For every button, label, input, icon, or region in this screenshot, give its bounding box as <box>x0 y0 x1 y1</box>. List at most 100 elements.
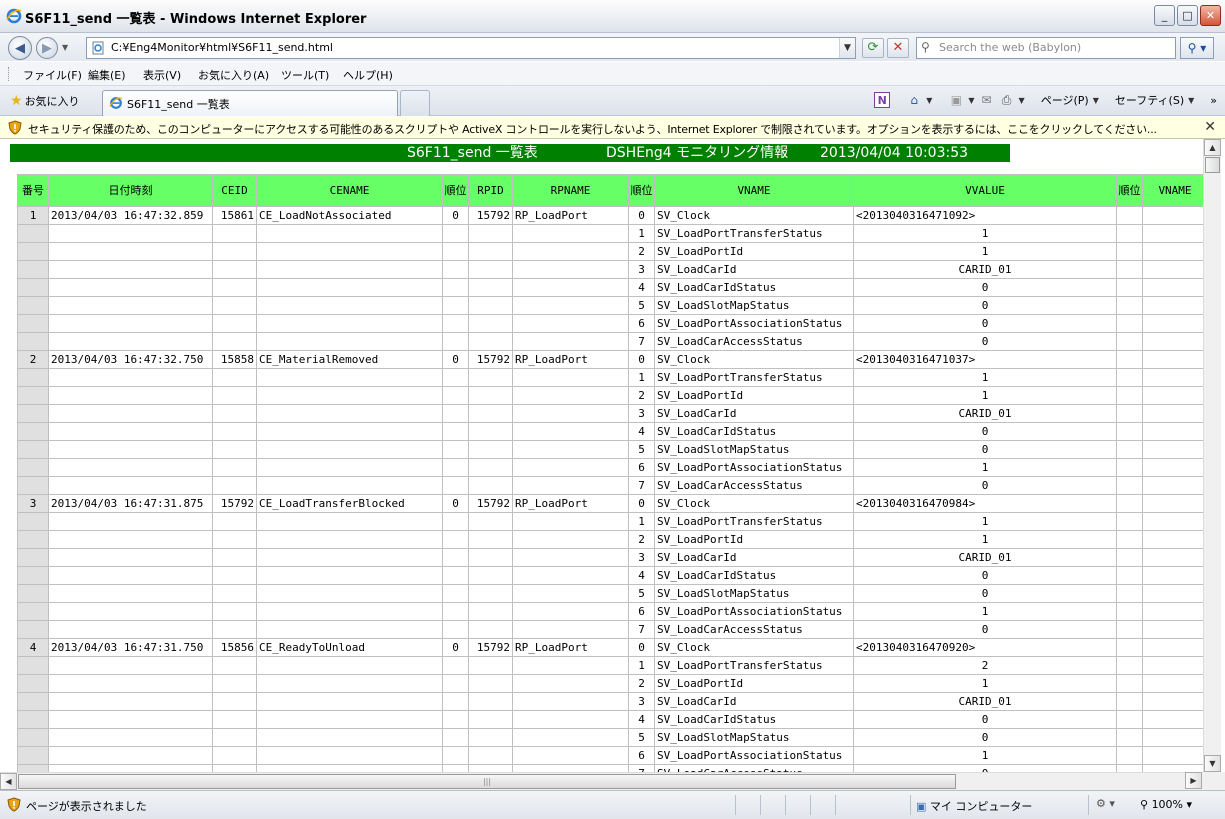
rpname-cell <box>512 224 629 243</box>
computer-icon: ▣ <box>916 800 927 813</box>
horizontal-scrollbar[interactable]: ◀ ||| <box>0 772 1203 790</box>
search-input[interactable]: ⚲ Search the web (Babylon) <box>916 37 1176 59</box>
protected-mode-icon[interactable]: ⚙ ▾ <box>1096 797 1115 810</box>
rpid-cell: 15792 <box>468 638 513 657</box>
mail-icon[interactable]: ✉ <box>979 92 995 108</box>
vrank-cell: 7 <box>628 476 655 495</box>
search-go-button[interactable]: ⚲ ▾ <box>1180 37 1214 59</box>
horizontal-scroll-thumb[interactable]: ||| <box>18 774 956 789</box>
home-icon[interactable]: ⌂ <box>906 92 922 108</box>
table-row: 6 SV_LoadPortAssociationStatus 1 <box>17 602 1203 621</box>
scroll-right-icon[interactable]: ▶ <box>1185 772 1202 789</box>
table-row: 5 SV_LoadSlotMapStatus 0 <box>17 296 1203 315</box>
favorites-button[interactable]: ★ お気に入り <box>10 93 80 109</box>
vname-cell: SV_LoadSlotMapStatus <box>654 296 854 315</box>
print-icon[interactable]: ⎙ <box>999 92 1015 108</box>
menu-file[interactable]: ファイル(F) <box>23 67 82 83</box>
cename-cell <box>256 710 443 729</box>
vvalue-cell: 0 <box>853 278 1117 297</box>
rpid-cell <box>468 458 513 477</box>
vvalue-cell: 2 <box>853 656 1117 675</box>
feeds-icon[interactable]: ▣ <box>948 92 964 108</box>
address-bar[interactable]: C:¥Eng4Monitor¥html¥S6F11_send.html ▼ <box>86 37 856 59</box>
info-bar-message[interactable]: セキュリティ保護のため、このコンピューターにアクセスする可能性のあるスクリプトや… <box>28 121 1157 137</box>
vvalue-cell: CARID_01 <box>853 260 1117 279</box>
back-button[interactable]: ◀ <box>8 36 32 60</box>
scroll-left-icon[interactable]: ◀ <box>0 773 17 790</box>
vertical-scrollbar[interactable]: ▲ ▼ <box>1203 139 1221 772</box>
empty-cell <box>1142 602 1203 621</box>
rank-cell <box>442 512 469 531</box>
zoom-level[interactable]: ⚲ 100% ▾ <box>1140 798 1192 811</box>
rank-cell <box>442 674 469 693</box>
new-tab-button[interactable] <box>400 90 430 116</box>
refresh-icon[interactable]: ⟳ <box>862 38 884 58</box>
address-dropdown-icon[interactable]: ▼ <box>839 38 855 58</box>
row-number-cell <box>17 278 49 297</box>
rpname-cell <box>512 386 629 405</box>
vrank-cell: 2 <box>628 386 655 405</box>
ceid-cell <box>212 692 257 711</box>
vrank-cell: 1 <box>628 368 655 387</box>
menu-help[interactable]: ヘルプ(H) <box>343 67 393 83</box>
chevron-more-icon[interactable]: » <box>1210 94 1217 107</box>
address-url[interactable]: C:¥Eng4Monitor¥html¥S6F11_send.html <box>111 41 333 54</box>
vvalue-cell: 0 <box>853 566 1117 585</box>
vvalue-cell: 0 <box>853 476 1117 495</box>
ceid-cell <box>212 242 257 261</box>
print-dropdown-icon[interactable]: ▼ <box>1019 96 1025 105</box>
page-dropdown-icon[interactable]: ▼ <box>1093 96 1099 105</box>
vrank-cell: 0 <box>628 350 655 369</box>
empty-cell <box>1142 494 1203 513</box>
rpid-cell <box>468 512 513 531</box>
vrank-cell: 6 <box>628 314 655 333</box>
rpid-cell <box>468 530 513 549</box>
toolbar-grip <box>8 67 10 81</box>
ceid-cell <box>212 746 257 765</box>
vrank-cell: 0 <box>628 206 655 225</box>
home-dropdown-icon[interactable]: ▼ <box>926 96 932 105</box>
page-menu[interactable]: ページ(P) <box>1041 92 1089 108</box>
menu-tools[interactable]: ツール(T) <box>281 67 329 83</box>
scroll-down-icon[interactable]: ▼ <box>1204 755 1221 772</box>
feeds-dropdown-icon[interactable]: ▼ <box>968 96 974 105</box>
datetime-cell <box>48 458 213 477</box>
menu-view[interactable]: 表示(V) <box>143 67 181 83</box>
rank-cell <box>442 368 469 387</box>
ceid-cell <box>212 566 257 585</box>
rpid-cell <box>468 602 513 621</box>
scroll-corner <box>1203 772 1225 790</box>
row-number-cell <box>17 674 49 693</box>
ceid-cell <box>212 602 257 621</box>
rpname-cell <box>512 620 629 639</box>
cename-cell <box>256 746 443 765</box>
maximize-button[interactable]: □ <box>1177 5 1198 26</box>
table-row: 6 SV_LoadPortAssociationStatus 0 <box>17 314 1203 333</box>
vvalue-cell: 0 <box>853 728 1117 747</box>
minimize-button[interactable]: _ <box>1154 5 1175 26</box>
safety-menu[interactable]: セーフティ(S) <box>1115 92 1184 108</box>
forward-button[interactable]: ▶ <box>36 37 58 59</box>
recent-pages-dropdown-icon[interactable]: ▼ <box>62 43 68 52</box>
menu-edit[interactable]: 編集(E) <box>88 67 126 83</box>
row-number-cell <box>17 440 49 459</box>
empty-cell <box>1142 620 1203 639</box>
vrank-cell: 4 <box>628 710 655 729</box>
menu-favorites[interactable]: お気に入り(A) <box>198 67 269 83</box>
onenote-icon[interactable]: N <box>874 92 891 108</box>
tab-s6f11-send[interactable]: S6F11_send 一覧表 <box>102 90 398 116</box>
safety-dropdown-icon[interactable]: ▼ <box>1188 96 1194 105</box>
close-icon[interactable]: ✕ <box>1204 119 1216 135</box>
row-number-cell <box>17 422 49 441</box>
scroll-up-icon[interactable]: ▲ <box>1204 139 1221 156</box>
row-number-cell <box>17 764 49 772</box>
row-number-cell <box>17 602 49 621</box>
datetime-cell: 2013/04/03 16:47:31.875 <box>48 494 213 513</box>
vertical-scroll-thumb[interactable] <box>1205 157 1220 173</box>
close-button[interactable]: ✕ <box>1200 5 1221 26</box>
datetime-cell <box>48 476 213 495</box>
security-info-bar[interactable]: セキュリティ保護のため、このコンピューターにアクセスする可能性のあるスクリプトや… <box>0 117 1225 139</box>
stop-icon[interactable]: ✕ <box>887 38 909 58</box>
vvalue-cell: 1 <box>853 368 1117 387</box>
vrank-cell: 2 <box>628 242 655 261</box>
